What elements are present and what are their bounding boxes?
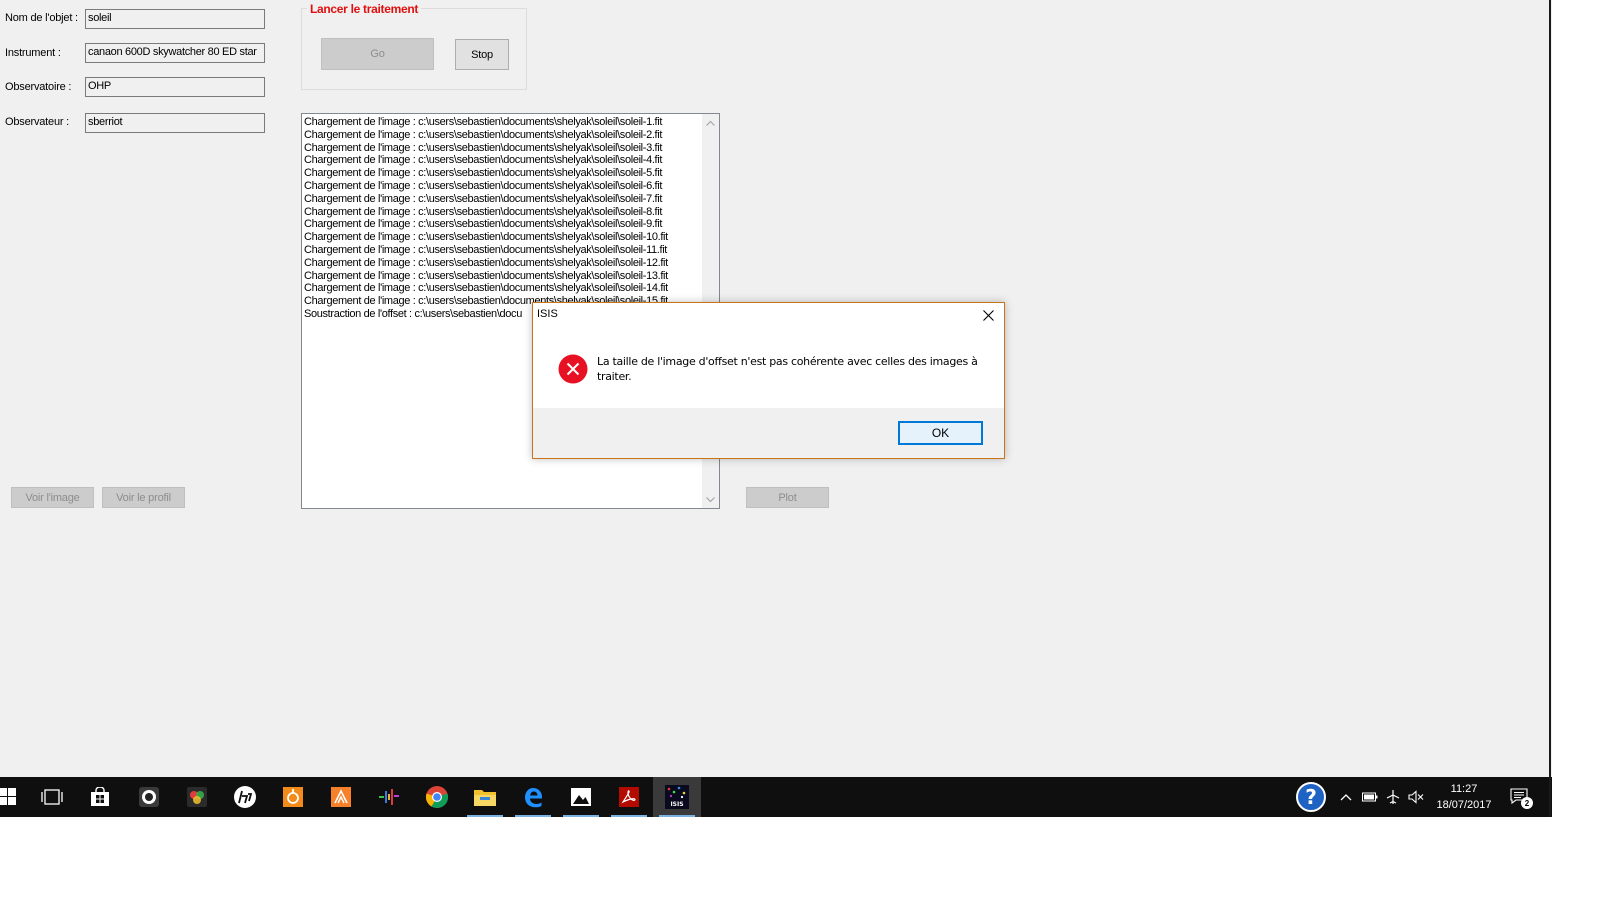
help-icon-label: ? [1305, 785, 1317, 809]
dialog-footer: OK [533, 408, 1004, 458]
clock[interactable]: 11:27 18/07/2017 [1430, 781, 1498, 813]
dialog-title: ISIS [537, 308, 558, 320]
isis-icon-label: ISIS [670, 801, 684, 808]
isis-window: Nom de l'objet : soleil Instrument : can… [0, 0, 1552, 778]
scroll-up-arrow-icon[interactable] [702, 114, 719, 131]
acrobat-icon[interactable] [605, 777, 653, 817]
view-image-button[interactable]: Voir l'image [11, 487, 94, 508]
log-line: Chargement de l'image : c:\users\sebasti… [304, 141, 663, 154]
log-lines: Chargement de l'image : c:\users\sebasti… [304, 116, 704, 321]
scroll-down-arrow-icon[interactable] [702, 491, 719, 508]
go-button[interactable]: Go [321, 38, 434, 70]
view-profile-button[interactable]: Voir le profil [102, 487, 185, 508]
chrome-icon[interactable] [413, 777, 461, 817]
log-line: Chargement de l'image : c:\users\sebasti… [304, 218, 663, 231]
log-line: Chargement de l'image : c:\users\sebasti… [304, 269, 668, 282]
clock-time: 11:27 [1450, 783, 1478, 795]
airplane-mode-icon[interactable] [1382, 777, 1404, 817]
log-line: Chargement de l'image : c:\users\sebasti… [304, 205, 663, 218]
notification-center-icon[interactable]: 2 [1505, 777, 1535, 817]
volume-muted-icon[interactable] [1405, 777, 1427, 817]
observatory-label: Observatoire : [5, 81, 72, 93]
chevron-up-icon[interactable] [1336, 777, 1356, 817]
photo-editor-icon[interactable] [173, 777, 221, 817]
sublime-icon[interactable] [317, 777, 365, 817]
battery-icon[interactable] [1359, 777, 1381, 817]
task-view-icon[interactable] [28, 777, 76, 817]
photos-icon[interactable] [557, 777, 605, 817]
notification-badge: 2 [1521, 797, 1533, 809]
processing-group-title: Lancer le traitement [307, 2, 422, 16]
taskbar: ISIS ? 11:27 18/07/2017 2 [0, 777, 1552, 817]
help-icon[interactable]: ? [1291, 777, 1331, 817]
log-line: Chargement de l'image : c:\users\sebasti… [304, 179, 663, 192]
log-line: Chargement de l'image : c:\users\sebasti… [304, 154, 663, 167]
edge-icon[interactable] [509, 777, 557, 817]
log-line: Chargement de l'image : c:\users\sebasti… [304, 116, 663, 128]
file-explorer-icon[interactable] [461, 777, 509, 817]
log-line: Chargement de l'image : c:\users\sebasti… [304, 192, 663, 205]
orange-app-icon[interactable] [269, 777, 317, 817]
clock-date: 18/07/2017 [1436, 799, 1492, 811]
stop-button[interactable]: Stop [455, 39, 509, 70]
plot-button[interactable]: Plot [746, 487, 829, 508]
camera-app-icon[interactable] [125, 777, 173, 817]
observer-input[interactable]: sberriot [85, 113, 265, 133]
object-name-input[interactable]: soleil [85, 9, 265, 29]
observatory-input[interactable]: OHP [85, 77, 265, 97]
hp-icon[interactable] [221, 777, 269, 817]
log-line: Chargement de l'image : c:\users\sebasti… [304, 167, 663, 180]
error-icon [558, 354, 588, 384]
store-icon[interactable] [76, 777, 124, 817]
log-line: Chargement de l'image : c:\users\sebasti… [304, 282, 668, 295]
ok-button[interactable]: OK [898, 421, 983, 445]
isis-icon[interactable]: ISIS [653, 777, 701, 817]
spectrum-app-icon[interactable] [365, 777, 413, 817]
log-line: Chargement de l'image : c:\users\sebasti… [304, 256, 668, 269]
error-dialog: ISIS La taille de l'image d'offset n'est… [532, 302, 1005, 459]
instrument-label: Instrument : [5, 47, 61, 59]
instrument-input[interactable]: canaon 600D skywatcher 80 ED star [85, 43, 265, 63]
log-line: Chargement de l'image : c:\users\sebasti… [304, 231, 668, 244]
observer-label: Observateur : [5, 116, 70, 128]
object-name-label: Nom de l'objet : [5, 12, 78, 24]
log-line: Chargement de l'image : c:\users\sebasti… [304, 243, 668, 256]
dialog-message: La taille de l'image d'offset n'est pas … [597, 355, 978, 383]
window-edge [1549, 0, 1551, 817]
log-line: Chargement de l'image : c:\users\sebasti… [304, 128, 663, 141]
close-icon[interactable] [978, 305, 998, 325]
